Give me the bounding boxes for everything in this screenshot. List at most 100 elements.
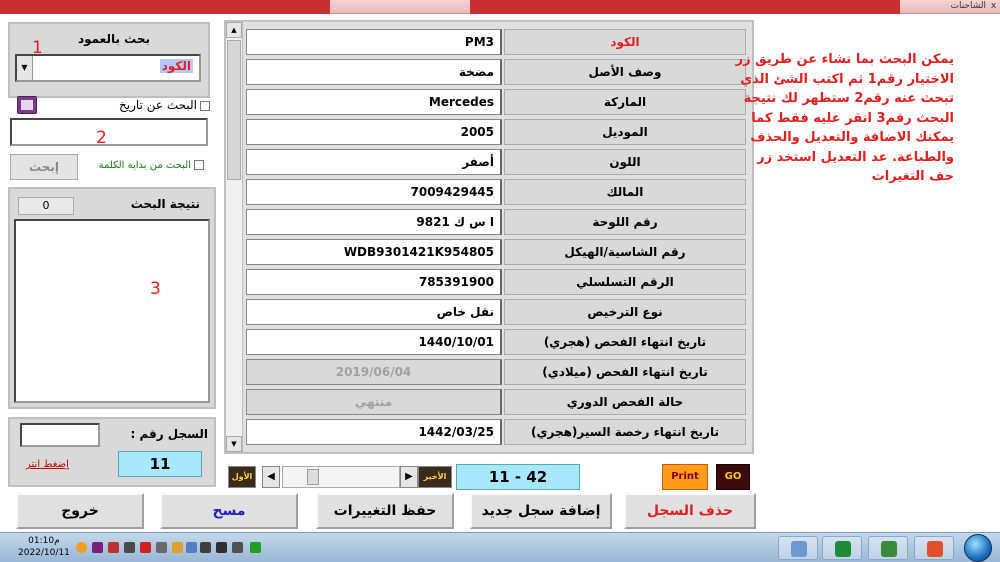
record-number-input[interactable] [20, 423, 100, 447]
search-result-label: نتيجة البحث [130, 197, 200, 211]
scroll-thumb[interactable] [227, 40, 241, 180]
tray-icon[interactable] [186, 542, 197, 553]
form-field-label: حالة الفحص الدوري [504, 389, 746, 415]
save-changes-button[interactable]: حفظ التغييرات [316, 493, 454, 529]
search-text-input[interactable] [10, 118, 208, 146]
form-field-value[interactable]: 1442/03/25 [246, 419, 502, 445]
flag-icon[interactable] [200, 542, 211, 553]
tray-icon[interactable] [172, 542, 183, 553]
form-field-label: تاريخ انتهاء الفحص (هجري) [504, 329, 746, 355]
form-field-value: منتهي [246, 389, 502, 415]
search-button[interactable]: إبحث [10, 154, 78, 180]
close-icon[interactable]: x [988, 1, 999, 12]
tray-icon[interactable] [76, 542, 87, 553]
form-field-label: المالك [504, 179, 746, 205]
step-number-2: 2 [96, 128, 107, 148]
form-row: منتهي حالة الفحص الدوري [246, 388, 750, 416]
excel-icon [835, 541, 851, 557]
tray-icon[interactable] [250, 542, 261, 553]
print-button[interactable]: Print [662, 464, 708, 490]
last-record-button[interactable]: الأخير [418, 466, 452, 488]
taskbar-app[interactable] [778, 536, 818, 560]
form-field-value[interactable]: 7009429445 [246, 179, 502, 205]
go-button[interactable]: GO [716, 464, 750, 490]
search-column-label: بحث بالعمود [77, 32, 150, 46]
record-scroll-thumb[interactable] [307, 469, 319, 485]
search-by-date-checkbox[interactable]: البحث عن تاريخ [119, 98, 210, 112]
monitor-icon [881, 541, 897, 557]
chevron-right-icon: ▶ [405, 471, 413, 482]
form-field-value[interactable]: PM3 [246, 29, 502, 55]
search-from-start-checkbox[interactable]: البحث من بداية الكلمة [99, 160, 204, 171]
taskbar-app[interactable] [914, 536, 954, 560]
form-field-label: نوع الترخيص [504, 299, 746, 325]
clock[interactable]: 01:10م 2022/10/11 [18, 535, 70, 559]
form-row: 2005 الموديل [246, 118, 750, 146]
checkbox-icon[interactable] [194, 160, 204, 170]
search-result-panel: نتيجة البحث 0 3 [8, 187, 216, 409]
form-field-label: تاريخ انتهاء الفحص (ميلادي) [504, 359, 746, 385]
next-record-button[interactable]: ▶ [400, 466, 418, 488]
form-field-value[interactable]: Mercedes [246, 89, 502, 115]
record-scrollbar[interactable] [282, 466, 400, 488]
network-icon[interactable] [216, 542, 227, 553]
scroll-down-icon[interactable]: ▼ [226, 436, 242, 452]
form-field-value[interactable]: 1440/10/01 [246, 329, 502, 355]
form-field-label: الرقم التسلسلي [504, 269, 746, 295]
form-scrollbar[interactable]: ▲ ▼ [226, 22, 243, 452]
title-bar-decoration [0, 0, 330, 14]
clear-button[interactable]: مسح [160, 493, 298, 529]
add-record-button[interactable]: إضافة سجل جديد [470, 493, 612, 529]
form-row: مضخة وصف الأصل [246, 58, 750, 86]
form-field-label: الكود [504, 29, 746, 55]
form-field-label: اللون [504, 149, 746, 175]
form-field-value[interactable]: 2005 [246, 119, 502, 145]
form-field-value[interactable]: أصفر [246, 149, 502, 175]
window-title: الشاحنات [950, 1, 986, 11]
column-select[interactable]: ▼ الكود [15, 54, 201, 82]
taskbar-app[interactable] [868, 536, 908, 560]
title-bar: الشاحنات x [0, 0, 1000, 14]
help-text: يمكن البحث بما تشاء عن طريق زر الاختيار … [735, 52, 954, 184]
prev-record-button[interactable]: ◀ [262, 466, 280, 488]
search-column-panel: بحث بالعمود 1 ▼ الكود [8, 22, 210, 98]
step-number-3: 3 [150, 279, 161, 299]
record-panel: السجل رقم : إضغط انتر 11 [8, 417, 216, 487]
form-field-label: رقم اللوحة [504, 209, 746, 235]
start-button[interactable] [964, 534, 992, 562]
tray-icon[interactable] [156, 542, 167, 553]
form-field-value: 2019/06/04 [246, 359, 502, 385]
form-field-value[interactable]: ا س ك 9821 [246, 209, 502, 235]
chevron-down-icon[interactable]: ▼ [17, 56, 33, 80]
tray-icon[interactable] [232, 542, 243, 553]
record-number-label: السجل رقم : [130, 427, 208, 441]
delete-record-button[interactable]: حذف السجل الحالي [624, 493, 756, 551]
taskbar-app[interactable] [822, 536, 862, 560]
form-row: ا س ك 9821 رقم اللوحة [246, 208, 750, 236]
form-window: بحث بالعمود 1 ▼ الكود البحث عن تاريخ 2 إ… [0, 14, 1000, 551]
form-field-value[interactable]: 785391900 [246, 269, 502, 295]
form-field-value[interactable]: WDB9301421K954805 [246, 239, 502, 265]
form-field-value[interactable]: نقل خاص [246, 299, 502, 325]
tray-icon[interactable] [92, 542, 103, 553]
form-row: 1442/03/25 تاريخ انتهاء رخصة السير(هجري) [246, 418, 750, 446]
exit-button[interactable]: خروج [16, 493, 144, 529]
form-row: WDB9301421K954805 رقم الشاسية/الهيكل [246, 238, 750, 266]
taskbar: 01:10م 2022/10/11 [0, 532, 1000, 562]
tray-icon[interactable] [108, 542, 119, 553]
form-row: نقل خاص نوع الترخيص [246, 298, 750, 326]
book-icon[interactable] [17, 96, 37, 114]
search-from-start-label: البحث من بداية الكلمة [98, 160, 191, 171]
form-field-label: وصف الأصل [504, 59, 746, 85]
checkbox-icon[interactable] [200, 100, 210, 111]
form-field-label: الماركة [504, 89, 746, 115]
first-record-button[interactable]: الأول [228, 466, 256, 488]
scroll-up-icon[interactable]: ▲ [226, 22, 242, 38]
form-row: 1440/10/01 تاريخ انتهاء الفحص (هجري) [246, 328, 750, 356]
form-field-value[interactable]: مضخة [246, 59, 502, 85]
tray-icon[interactable] [140, 542, 151, 553]
search-result-list[interactable]: 3 [14, 219, 210, 403]
speaker-icon[interactable] [124, 542, 135, 553]
record-position-display: 11 - 42 [456, 464, 580, 490]
form-row: 7009429445 المالك [246, 178, 750, 206]
